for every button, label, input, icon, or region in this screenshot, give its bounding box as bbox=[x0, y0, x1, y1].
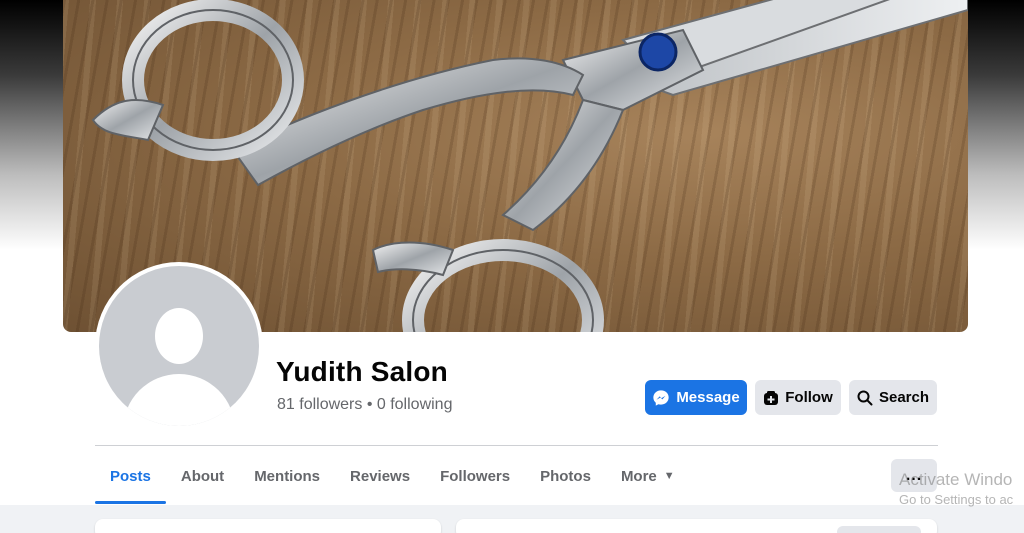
watermark-title: Activate Windo bbox=[899, 470, 1013, 489]
tab-label: Posts bbox=[110, 467, 151, 485]
tab-photos[interactable]: Photos bbox=[525, 450, 606, 502]
follow-icon bbox=[764, 390, 779, 405]
search-icon bbox=[857, 390, 873, 405]
message-button[interactable]: Message bbox=[645, 380, 747, 415]
tab-label: Mentions bbox=[254, 467, 321, 485]
windows-activation-watermark: Activate Windo Go to Settings to ac bbox=[899, 470, 1013, 507]
tab-followers[interactable]: Followers bbox=[425, 450, 525, 502]
filter-button[interactable] bbox=[837, 526, 921, 533]
follower-stats[interactable]: 81 followers • 0 following bbox=[277, 396, 452, 414]
tab-reviews[interactable]: Reviews bbox=[335, 450, 425, 502]
tab-label: More bbox=[620, 467, 657, 485]
intro-card bbox=[95, 519, 441, 533]
message-label: Message bbox=[676, 389, 740, 406]
posts-card bbox=[456, 519, 937, 533]
tab-posts[interactable]: Posts bbox=[95, 450, 166, 504]
tab-label: Reviews bbox=[350, 467, 411, 485]
search-button[interactable]: Search bbox=[849, 380, 937, 415]
tab-about[interactable]: About bbox=[166, 450, 239, 502]
search-label: Search bbox=[878, 389, 930, 406]
header-divider bbox=[95, 445, 938, 446]
caret-down-icon: ▼ bbox=[663, 470, 675, 482]
watermark-subtitle: Go to Settings to ac bbox=[899, 492, 1014, 507]
tab-more[interactable]: More ▼ bbox=[606, 450, 690, 502]
page-title: Yudith Salon bbox=[276, 356, 448, 387]
profile-picture[interactable] bbox=[95, 262, 263, 430]
tab-label: About bbox=[180, 467, 225, 485]
tab-mentions[interactable]: Mentions bbox=[239, 450, 335, 502]
tab-label: Followers bbox=[440, 467, 511, 485]
messenger-icon bbox=[653, 389, 669, 406]
follow-button[interactable]: Follow bbox=[755, 380, 841, 415]
profile-tabs: Posts About Mentions Reviews Followers P… bbox=[95, 450, 690, 504]
avatar-head bbox=[155, 308, 203, 364]
tab-label: Photos bbox=[540, 467, 591, 485]
avatar-body bbox=[123, 374, 235, 426]
avatar-placeholder-icon bbox=[99, 266, 259, 426]
follow-label: Follow bbox=[785, 389, 833, 406]
